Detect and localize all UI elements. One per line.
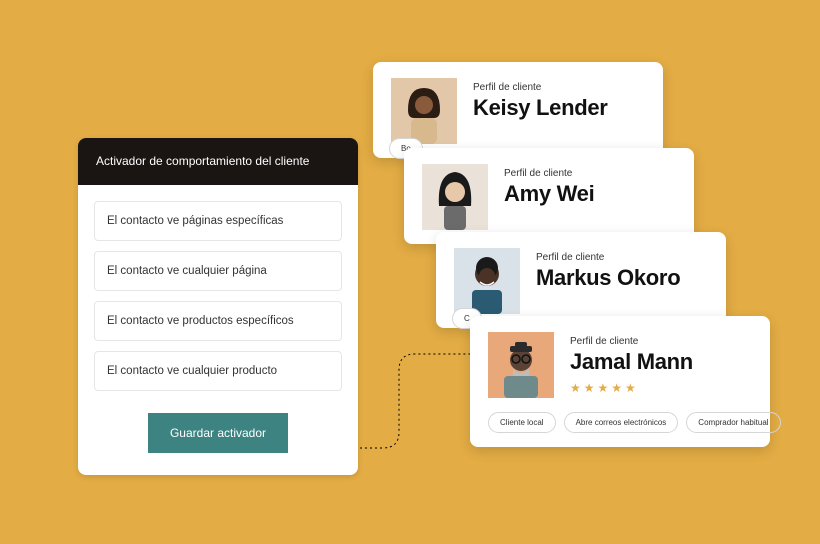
profile-card-amy[interactable]: Perfil de cliente Amy Wei: [404, 148, 694, 244]
trigger-option-any-page[interactable]: El contacto ve cualquier página: [94, 251, 342, 291]
profile-name: Markus Okoro: [536, 265, 680, 291]
profile-name: Amy Wei: [504, 181, 594, 207]
profile-card-keisy[interactable]: Perfil de cliente Keisy Lender Bo: [373, 62, 663, 158]
tag-local[interactable]: Cliente local: [488, 412, 556, 433]
trigger-options-list: El contacto ve páginas específicas El co…: [78, 185, 358, 475]
profile-name: Keisy Lender: [473, 95, 608, 121]
trigger-panel-title: Activador de comportamiento del cliente: [78, 138, 358, 185]
profile-card-jamal[interactable]: Perfil de cliente Jamal Mann ★★★★★ Clien…: [470, 316, 770, 447]
avatar: [391, 78, 457, 144]
trigger-panel: Activador de comportamiento del cliente …: [78, 138, 358, 475]
tag-opens-emails[interactable]: Abre correos electrónicos: [564, 412, 679, 433]
save-trigger-button[interactable]: Guardar activador: [148, 413, 288, 453]
profile-label: Perfil de cliente: [504, 168, 594, 179]
profile-label: Perfil de cliente: [570, 336, 693, 347]
profile-label: Perfil de cliente: [473, 82, 608, 93]
avatar: [454, 248, 520, 314]
avatar: [488, 332, 554, 398]
trigger-option-specific-products[interactable]: El contacto ve productos específicos: [94, 301, 342, 341]
trigger-option-any-product[interactable]: El contacto ve cualquier producto: [94, 351, 342, 391]
star-rating: ★★★★★: [570, 381, 693, 395]
trigger-option-specific-pages[interactable]: El contacto ve páginas específicas: [94, 201, 342, 241]
profile-name: Jamal Mann: [570, 349, 693, 375]
tag-frequent-buyer[interactable]: Comprador habitual: [686, 412, 780, 433]
tags-row: Cliente local Abre correos electrónicos …: [488, 412, 752, 433]
profile-label: Perfil de cliente: [536, 252, 680, 263]
profile-card-markus[interactable]: Perfil de cliente Markus Okoro C: [436, 232, 726, 328]
avatar: [422, 164, 488, 230]
